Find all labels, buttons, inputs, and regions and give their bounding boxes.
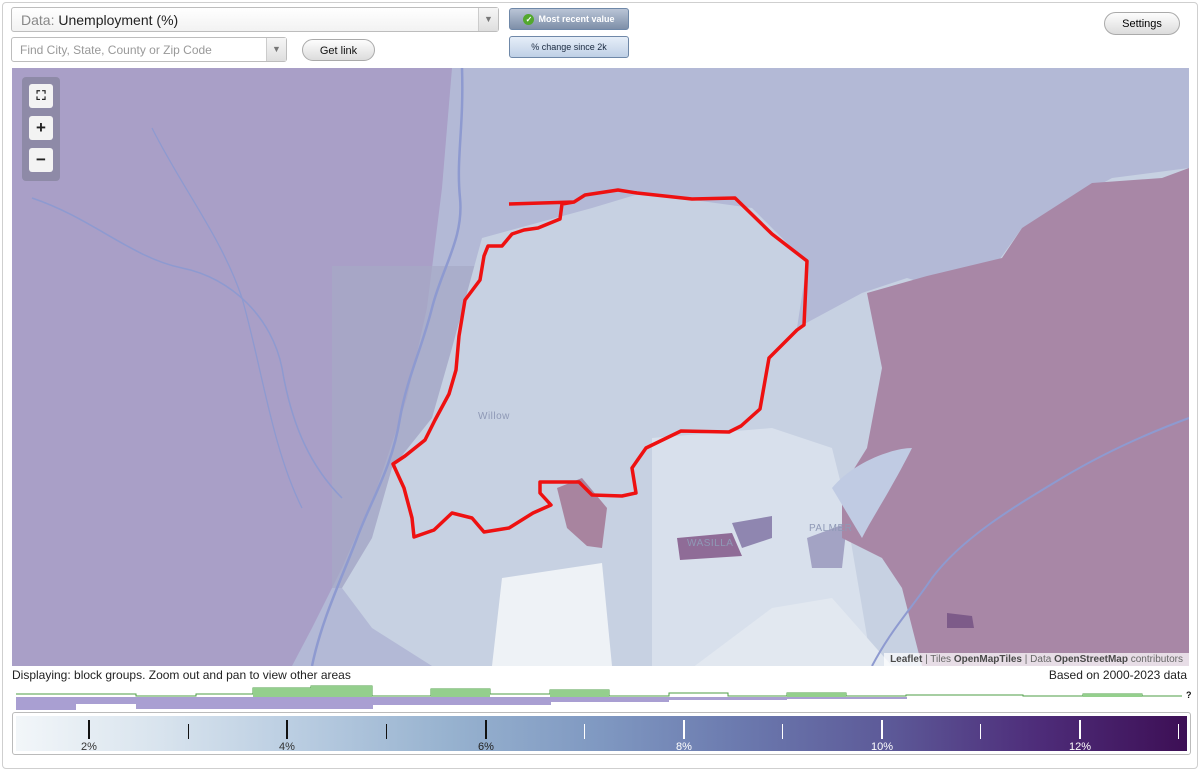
leaflet-link[interactable]: Leaflet bbox=[890, 654, 922, 665]
legend-label-6: 6% bbox=[478, 741, 494, 753]
legend-tick bbox=[980, 724, 981, 739]
legend-label-4: 4% bbox=[279, 741, 295, 753]
legend-tick bbox=[1079, 720, 1081, 739]
data-selector[interactable]: Data: Unemployment (%) ▼ bbox=[11, 7, 499, 32]
histogram-bar bbox=[550, 690, 609, 697]
histogram-bar bbox=[373, 697, 551, 705]
histogram-bar bbox=[311, 686, 372, 697]
legend-tick bbox=[386, 724, 387, 739]
zoom-control: ⛶ + − bbox=[22, 77, 60, 181]
choropleth-map[interactable] bbox=[12, 68, 1189, 666]
low-rate-tract bbox=[492, 563, 612, 666]
legend-tick bbox=[683, 720, 685, 739]
distribution-histogram: ? bbox=[16, 685, 1192, 710]
histogram-bar bbox=[551, 697, 669, 702]
histogram-bar bbox=[1083, 694, 1142, 697]
histogram-bar bbox=[787, 697, 907, 699]
map-attribution: Leaflet | Tiles OpenMapTiles | Data Open… bbox=[884, 653, 1189, 666]
openstreetmap-link[interactable]: OpenStreetMap bbox=[1054, 654, 1128, 665]
histogram-bar bbox=[136, 697, 373, 709]
display-status: Displaying: block groups. Zoom out and p… bbox=[12, 668, 351, 682]
legend-label-8: 8% bbox=[676, 741, 692, 753]
percent-change-button[interactable]: % change since 2k bbox=[509, 36, 629, 58]
palmer-label: PALMER bbox=[809, 523, 853, 534]
legend-tick bbox=[88, 720, 90, 739]
chevron-down-icon[interactable]: ▼ bbox=[478, 8, 498, 31]
legend-tick bbox=[881, 720, 883, 739]
chevron-down-icon[interactable]: ▼ bbox=[266, 38, 286, 61]
settings-button[interactable]: Settings bbox=[1104, 12, 1180, 35]
fullscreen-icon[interactable]: ⛶ bbox=[29, 84, 53, 108]
wasilla-label: WASILLA bbox=[687, 538, 734, 549]
legend-tick bbox=[1178, 724, 1179, 739]
histogram-bar bbox=[431, 689, 490, 697]
histogram-bar bbox=[76, 697, 136, 704]
legend-tick bbox=[584, 724, 585, 739]
zoom-out-icon[interactable]: − bbox=[29, 148, 53, 172]
histogram-bar bbox=[669, 697, 787, 700]
histogram-bar bbox=[787, 693, 846, 697]
legend-tick bbox=[286, 720, 288, 739]
legend-tick bbox=[782, 724, 783, 739]
legend-tick bbox=[485, 720, 487, 739]
color-legend[interactable]: 2% 4% 6% 8% 10% 12% bbox=[12, 712, 1191, 755]
legend-gradient: 2% 4% 6% 8% 10% 12% bbox=[16, 716, 1187, 753]
location-search[interactable]: ▼ bbox=[11, 37, 287, 62]
willow-label: Willow bbox=[478, 411, 510, 422]
histogram-bar bbox=[253, 688, 311, 697]
checkmark-icon: ✓ bbox=[523, 14, 535, 26]
zoom-in-icon[interactable]: + bbox=[29, 116, 53, 140]
legend-label-12: 12% bbox=[1068, 741, 1092, 753]
legend-tick bbox=[188, 724, 189, 739]
histogram-help-icon: ? bbox=[1186, 690, 1192, 700]
most-recent-value-button[interactable]: ✓ Most recent value bbox=[509, 8, 629, 30]
data-range-status: Based on 2000-2023 data bbox=[1048, 668, 1187, 682]
legend-label-2: 2% bbox=[81, 741, 97, 753]
location-search-input[interactable] bbox=[20, 42, 260, 57]
map-view[interactable]: Willow WASILLA PALMER ⛶ + − Leaflet | Ti… bbox=[12, 68, 1189, 666]
openmaptiles-link[interactable]: OpenMapTiles bbox=[954, 654, 1022, 665]
histogram-bar bbox=[16, 697, 76, 710]
get-link-button[interactable]: Get link bbox=[302, 39, 375, 61]
data-selector-label: Data: Unemployment (%) bbox=[21, 12, 179, 28]
legend-label-10: 10% bbox=[870, 741, 894, 753]
